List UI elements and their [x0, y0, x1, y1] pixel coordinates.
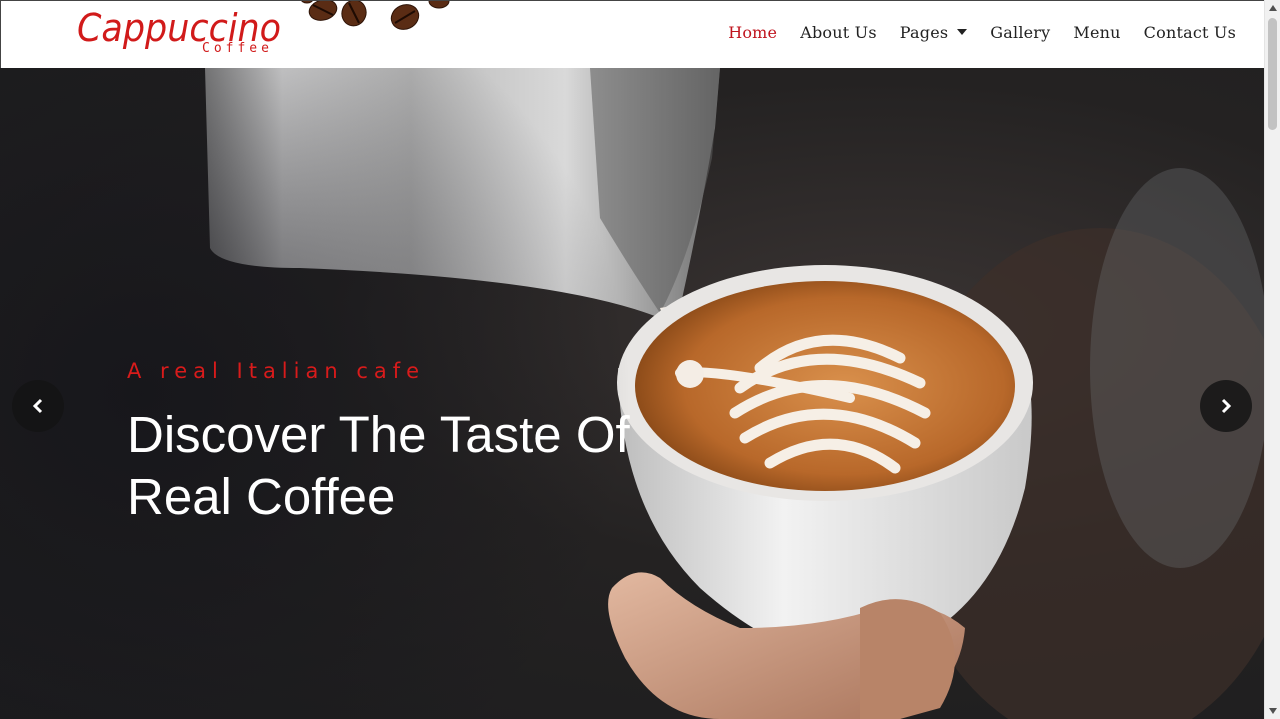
- nav-pages-dropdown[interactable]: Pages: [900, 23, 968, 42]
- hero-carousel: A real Italian cafe Discover The Taste O…: [0, 68, 1264, 719]
- coffee-beans-icon: [301, 1, 450, 30]
- hero-headline: Discover The Taste Of Real Coffee: [127, 406, 630, 525]
- chevron-left-icon: [32, 398, 43, 414]
- page-scrollbar[interactable]: [1264, 0, 1280, 719]
- brand-logo[interactable]: Cappuccino Coffee: [77, 5, 299, 56]
- hero-tagline: A real Italian cafe: [127, 359, 426, 383]
- nav-menu[interactable]: Menu: [1073, 23, 1120, 42]
- hero-image: [0, 68, 1264, 719]
- scroll-down-arrow-icon[interactable]: [1265, 703, 1280, 719]
- nav-pages-label: Pages: [899, 23, 949, 42]
- chevron-right-icon: [1221, 398, 1232, 414]
- carousel-prev-button[interactable]: [12, 380, 64, 432]
- navbar: Cappuccino Coffee Home About Us Pages Ga…: [0, 0, 1264, 68]
- nav-gallery[interactable]: Gallery: [990, 23, 1050, 42]
- scroll-up-arrow-icon[interactable]: [1265, 0, 1280, 16]
- nav-home[interactable]: Home: [728, 23, 777, 42]
- carousel-next-button[interactable]: [1200, 380, 1252, 432]
- caret-down-icon: [957, 28, 968, 35]
- nav-about-us[interactable]: About Us: [800, 23, 877, 42]
- scrollbar-thumb[interactable]: [1268, 18, 1277, 130]
- nav-contact-us[interactable]: Contact Us: [1144, 23, 1236, 42]
- main-nav: Home About Us Pages Gallery Menu Contact…: [705, 23, 1236, 42]
- brand-subtitle: Coffee: [202, 41, 273, 56]
